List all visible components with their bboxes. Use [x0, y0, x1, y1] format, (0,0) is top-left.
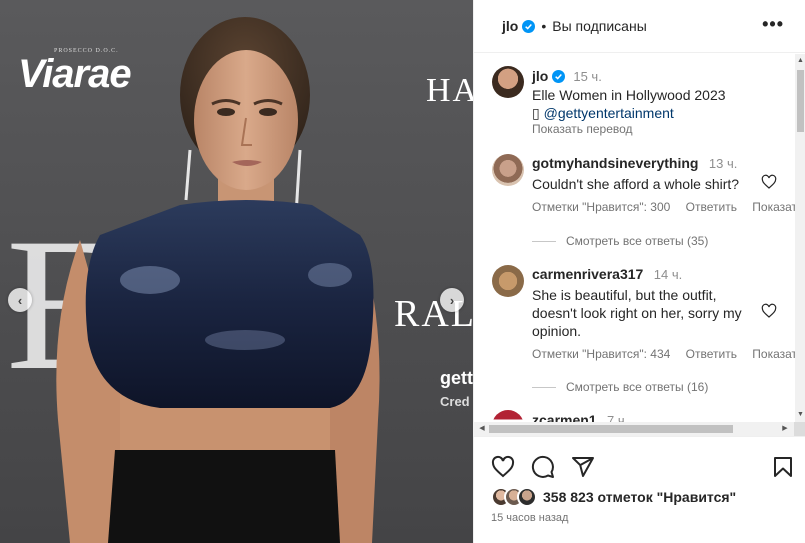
- comment-username[interactable]: zcarmen1: [532, 412, 597, 422]
- header-separator: •: [541, 18, 547, 34]
- header-username[interactable]: jlo: [502, 18, 518, 34]
- comments-vertical-scrollbar[interactable]: ▲ ▼: [795, 54, 805, 422]
- scroll-up-arrow-icon[interactable]: ▲: [795, 54, 805, 68]
- share-paper-plane-icon[interactable]: [571, 455, 595, 479]
- like-heart-icon[interactable]: [491, 455, 515, 479]
- comment-avatar[interactable]: [492, 410, 524, 422]
- comment-show-button[interactable]: Показат: [752, 200, 795, 214]
- comment-username[interactable]: gotmyhandsineverything: [532, 155, 698, 171]
- verified-badge-icon: [552, 69, 566, 83]
- comment-like-heart-icon[interactable]: [761, 303, 777, 319]
- comment-show-button[interactable]: Показат: [752, 347, 795, 361]
- comment-likes-count[interactable]: Отметки "Нравится": 434: [532, 347, 670, 361]
- post-timestamp[interactable]: 15 часов назад: [491, 512, 568, 524]
- comment-username[interactable]: carmenrivera317: [532, 266, 643, 282]
- comments-horizontal-scrollbar[interactable]: ◀ ▶: [473, 422, 794, 436]
- caption-mention-line: ▯ @gettyentertainment: [532, 104, 782, 122]
- comment-meta: Отметки "Нравится": 300 Ответить Показат: [532, 200, 795, 214]
- liker-avatar[interactable]: [517, 487, 537, 507]
- post-actions: 358 823 отметок "Нравится" 15 часов наза…: [473, 436, 805, 543]
- scroll-right-arrow-icon[interactable]: ▶: [778, 422, 792, 436]
- comment-bubble-icon[interactable]: [531, 455, 555, 479]
- show-translation-button[interactable]: Показать перевод: [532, 122, 782, 136]
- comment-reply-button[interactable]: Ответить: [686, 347, 737, 361]
- comment-meta: Отметки "Нравится": 434 Ответить Показат: [532, 347, 795, 361]
- view-replies-label: Смотреть все ответы (16): [566, 380, 709, 394]
- comment-avatar[interactable]: [492, 265, 524, 297]
- comment-time[interactable]: 14 ч.: [654, 267, 682, 282]
- scrollbar-corner: [794, 422, 805, 436]
- view-replies-label: Смотреть все ответы (35): [566, 234, 709, 248]
- comment-reply-button[interactable]: Ответить: [686, 200, 737, 214]
- carousel-next-button[interactable]: ›: [440, 288, 464, 312]
- save-bookmark-icon[interactable]: [771, 455, 795, 479]
- scroll-left-arrow-icon[interactable]: ◀: [475, 422, 489, 436]
- scrollbar-thumb[interactable]: [489, 425, 733, 433]
- camera-glyph: ▯: [532, 105, 540, 121]
- comment-text: Couldn't she afford a whole shirt?: [532, 176, 740, 192]
- replies-divider: [532, 240, 556, 242]
- comment-time[interactable]: 13 ч.: [709, 156, 737, 171]
- caption-username[interactable]: jlo: [532, 68, 548, 84]
- caption-avatar[interactable]: [492, 66, 524, 98]
- comment-avatar[interactable]: [492, 154, 524, 186]
- verified-badge-icon: [522, 19, 536, 33]
- portrait-illustration: [56, 17, 380, 543]
- view-replies-button[interactable]: Смотреть все ответы (35): [532, 234, 708, 248]
- carousel-prev-button[interactable]: ‹: [8, 288, 32, 312]
- more-options-icon[interactable]: •••: [762, 15, 784, 33]
- comment-time[interactable]: 7 ч.: [607, 413, 628, 422]
- comment-like-heart-icon[interactable]: [761, 174, 777, 190]
- scrollbar-thumb[interactable]: [797, 70, 804, 132]
- view-replies-button[interactable]: Смотреть все ответы (16): [532, 380, 708, 394]
- instagram-post-modal: PROSECCO D.O.C. Viarae E HA RAL getty Cr…: [0, 0, 805, 543]
- likes-count[interactable]: 358 823 отметок "Нравится": [543, 489, 736, 505]
- caption-block: jlo 15 ч. Elle Women in Hollywood 2023 ▯…: [532, 68, 782, 136]
- comment-item: gotmyhandsineverything 13 ч. Couldn't sh…: [532, 155, 782, 193]
- comment-likes-count[interactable]: Отметки "Нравится": 300: [532, 200, 670, 214]
- post-header: jlo • Вы подписаны •••: [474, 0, 805, 53]
- likes-summary: 358 823 отметок "Нравится": [491, 487, 736, 507]
- comment-item: zcarmen1 7 ч.: [532, 412, 782, 422]
- caption-time[interactable]: 15 ч.: [573, 69, 601, 84]
- scroll-down-arrow-icon[interactable]: ▼: [795, 408, 805, 422]
- replies-divider: [532, 386, 556, 388]
- comments-list[interactable]: jlo 15 ч. Elle Women in Hollywood 2023 ▯…: [474, 54, 795, 422]
- follow-status-button[interactable]: Вы подписаны: [552, 18, 647, 34]
- comment-item: carmenrivera317 14 ч. She is beautiful, …: [532, 266, 760, 340]
- post-media[interactable]: PROSECCO D.O.C. Viarae E HA RAL getty Cr…: [0, 0, 473, 543]
- caption-mention-link[interactable]: @gettyentertainment: [544, 105, 674, 121]
- caption-text: Elle Women in Hollywood 2023: [532, 87, 726, 103]
- comment-text: She is beautiful, but the outfit, doesn'…: [532, 287, 742, 339]
